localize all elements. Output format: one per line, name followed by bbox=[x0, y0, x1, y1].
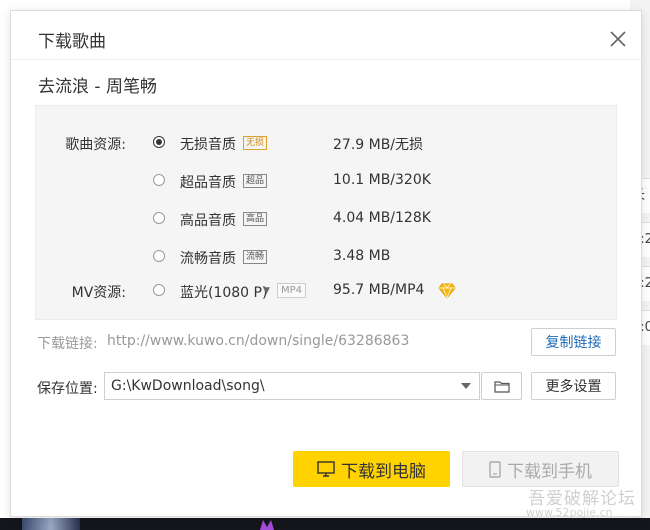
download-to-pc-label: 下载到电脑 bbox=[341, 461, 426, 482]
file-size: 27.9 MB/无损 bbox=[333, 137, 424, 153]
background-thumbnail bbox=[22, 518, 80, 530]
mv-resource-label: MV资源: bbox=[71, 285, 126, 301]
song-resource-label: 歌曲资源: bbox=[65, 137, 126, 153]
quality-name: 超品音质 bbox=[180, 175, 236, 191]
save-path-value: G:\KwDownload\song\ bbox=[111, 378, 265, 394]
save-location-label: 保存位置: bbox=[37, 381, 98, 397]
download-link-label: 下载链接: bbox=[37, 336, 98, 352]
radio-button[interactable] bbox=[153, 284, 165, 296]
folder-icon bbox=[494, 381, 510, 393]
file-size: 95.7 MB/MP4 bbox=[333, 282, 425, 298]
quality-badge: 无损 bbox=[243, 136, 268, 150]
radio-button[interactable] bbox=[153, 136, 165, 148]
quality-badge: 流畅 bbox=[243, 250, 268, 264]
quality-option-high[interactable]: 高品音质 高品 4.04 MB/128K bbox=[36, 207, 616, 231]
monitor-icon bbox=[317, 461, 335, 477]
resource-panel: 歌曲资源: 无损音质 无损 27.9 MB/无损 超品音质 超品 10.1 MB… bbox=[35, 105, 617, 320]
chevron-down-icon bbox=[461, 383, 471, 389]
download-to-phone-label: 下载到手机 bbox=[507, 461, 592, 482]
radio-button[interactable] bbox=[153, 174, 165, 186]
song-title: 去流浪 - 周笔畅 bbox=[38, 77, 157, 97]
mv-quality-name: 蓝光(1080 P) bbox=[180, 285, 268, 301]
download-to-pc-button[interactable]: 下载到电脑 bbox=[293, 451, 450, 487]
phone-icon bbox=[489, 460, 501, 478]
background-logo-icon bbox=[260, 520, 274, 530]
dialog-title: 下载歌曲 bbox=[38, 32, 106, 52]
download-link-url: http://www.kuwo.cn/down/single/63286863 bbox=[107, 333, 410, 349]
radio-button[interactable] bbox=[153, 212, 165, 224]
file-size: 3.48 MB bbox=[333, 248, 391, 264]
browse-folder-button[interactable] bbox=[481, 372, 522, 400]
mv-quality-dropdown-icon[interactable]: ▼ bbox=[263, 286, 270, 296]
background-player-bar bbox=[0, 518, 650, 530]
quality-name: 无损音质 bbox=[180, 137, 236, 153]
close-button[interactable] bbox=[607, 28, 629, 50]
download-to-phone-button[interactable]: 下载到手机 bbox=[462, 451, 619, 487]
mv-option-bluray[interactable]: MV资源: 蓝光(1080 P) ▼ MP4 95.7 MB/MP4 bbox=[36, 279, 616, 303]
quality-name: 流畅音质 bbox=[180, 251, 236, 267]
diamond-icon bbox=[438, 283, 456, 299]
radio-button[interactable] bbox=[153, 250, 165, 262]
file-size: 10.1 MB/320K bbox=[333, 172, 431, 188]
more-settings-button[interactable]: 更多设置 bbox=[531, 372, 616, 400]
quality-option-super[interactable]: 超品音质 超品 10.1 MB/320K bbox=[36, 169, 616, 193]
close-icon bbox=[610, 31, 626, 47]
watermark-url: www.52pojie.cn bbox=[526, 506, 613, 519]
quality-badge: 高品 bbox=[243, 212, 268, 226]
file-size: 4.04 MB/128K bbox=[333, 210, 431, 226]
download-dialog: 下载歌曲 去流浪 - 周笔畅 歌曲资源: 无损音质 无损 27.9 MB/无损 … bbox=[10, 10, 642, 517]
quality-option-lossless[interactable]: 歌曲资源: 无损音质 无损 27.9 MB/无损 bbox=[36, 131, 616, 155]
save-path-select[interactable]: G:\KwDownload\song\ bbox=[104, 372, 480, 400]
quality-badge: 超品 bbox=[243, 174, 268, 188]
quality-name: 高品音质 bbox=[180, 213, 236, 229]
copy-link-button[interactable]: 复制链接 bbox=[531, 328, 616, 356]
mv-format-badge: MP4 bbox=[277, 283, 307, 298]
title-divider bbox=[11, 59, 641, 60]
quality-option-smooth[interactable]: 流畅音质 流畅 3.48 MB bbox=[36, 245, 616, 269]
